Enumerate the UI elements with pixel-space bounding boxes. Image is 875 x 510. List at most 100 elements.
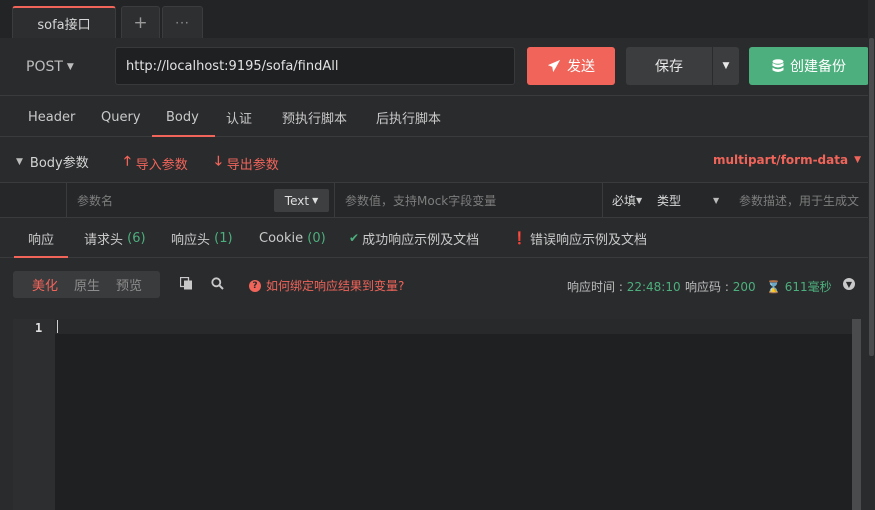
tab-post-script[interactable]: 后执行脚本 — [376, 97, 441, 137]
tab-error-doc[interactable]: ❗ 错误响应示例及文档 — [512, 218, 647, 258]
response-duration: ⌛ 611毫秒 — [766, 278, 832, 295]
response-code-value: 200 — [732, 280, 756, 294]
backup-label: 创建备份 — [790, 59, 846, 75]
caret-down-icon: ▼ — [722, 61, 730, 71]
method-select[interactable]: POST ▼ — [26, 52, 106, 82]
active-line — [55, 319, 852, 334]
form-type-select[interactable]: multipart/form-data ▼ — [713, 153, 861, 167]
tab-strip: sofa接口 + ··· — [0, 0, 875, 38]
plus-icon: + — [133, 12, 148, 33]
tab-body[interactable]: Body — [152, 97, 215, 137]
tab-label: 预执行脚本 — [282, 111, 348, 127]
count-badge: (6) — [127, 230, 146, 246]
beautify-button[interactable]: 美化 — [24, 275, 66, 294]
count-badge: (0) — [307, 230, 326, 246]
tab-success-doc[interactable]: ✔ 成功响应示例及文档 — [349, 218, 479, 258]
export-params-button[interactable]: 🡓 导出参数 — [215, 152, 279, 174]
tab-query[interactable]: Query — [101, 97, 141, 137]
caret-down-icon: ▼ — [713, 195, 720, 205]
response-time-value: 22:48:10 — [626, 280, 681, 294]
kind-label: 类型 — [657, 193, 682, 208]
arrow-down-circle-icon: ▼ — [845, 279, 853, 289]
import-params-button[interactable]: 🡑 导入参数 — [124, 152, 188, 174]
caret-down-icon: ▼ — [636, 195, 643, 205]
param-type-label: Text — [284, 193, 310, 208]
form-type-label: multipart/form-data — [712, 153, 849, 167]
tab-request-headers[interactable]: 请求头 (6) — [84, 218, 146, 258]
tab-label: Header — [28, 109, 76, 125]
text-cursor — [57, 320, 58, 333]
save-dropdown-button[interactable]: ▼ — [713, 47, 739, 85]
kind-select[interactable]: 类型 ▼ — [657, 183, 730, 217]
param-name-placeholder: 参数名 — [77, 193, 114, 208]
response-time-label: 响应时间 : — [567, 280, 623, 294]
caret-down-icon: ▼ — [16, 156, 23, 167]
response-editor[interactable]: 1 — [13, 319, 852, 510]
line-gutter: 1 — [13, 319, 55, 510]
arrow-up-icon: 🡑 — [124, 154, 131, 169]
param-value-input[interactable]: 参数值，支持Mock字段变量 — [335, 183, 603, 217]
body-title: Body参数 — [29, 156, 89, 171]
paper-plane-icon — [547, 59, 561, 73]
database-icon — [772, 59, 784, 73]
response-code-label: 响应码 : — [685, 280, 729, 294]
tab-header[interactable]: Header — [28, 97, 75, 137]
download-button[interactable]: ▼ — [843, 278, 855, 290]
tab-label: 响应头 — [171, 232, 211, 248]
tab-label: Cookie — [259, 230, 304, 246]
page-scrollbar-thumb[interactable] — [869, 38, 874, 356]
count-badge: (1) — [214, 230, 233, 246]
check-circle-icon: ✔ — [349, 231, 360, 245]
tab-label: 成功响应示例及文档 — [362, 232, 480, 248]
tab-label: Body — [166, 109, 199, 125]
page-scrollbar[interactable] — [868, 0, 875, 510]
copy-icon — [179, 276, 192, 290]
line-number: 1 — [35, 321, 43, 335]
tab-label: 响应 — [28, 232, 55, 248]
url-input[interactable]: http://localhost:9195/sofa/findAll — [115, 47, 515, 85]
param-desc-placeholder: 参数描述，用于生成文 — [739, 193, 860, 208]
method-label: POST — [26, 59, 63, 75]
send-label: 发送 — [567, 59, 595, 75]
body-toolbar: ▼ Body参数 🡑 导入参数 🡓 导出参数 multipart/form-da… — [0, 138, 875, 182]
url-text: http://localhost:9195/sofa/findAll — [126, 58, 339, 74]
body-params-toggle[interactable]: ▼ Body参数 — [16, 152, 89, 171]
help-text: 如何绑定响应结果到变量? — [266, 279, 405, 293]
view-mode-segmented: 美化 原生 预览 — [13, 271, 160, 298]
more-tabs-button[interactable]: ··· — [162, 6, 203, 38]
required-label: 必填 — [612, 193, 637, 208]
import-label: 导入参数 — [135, 157, 188, 173]
arrow-down-icon: 🡓 — [215, 154, 222, 169]
response-tabs: 响应 请求头 (6) 响应头 (1) Cookie (0) ✔ 成功响应示例及文… — [0, 218, 875, 258]
tab-pre-script[interactable]: 预执行脚本 — [282, 97, 347, 137]
row-drag-cell — [0, 183, 67, 217]
tab-response-headers[interactable]: 响应头 (1) — [171, 218, 233, 258]
tab-label: Query — [101, 109, 141, 125]
alert-circle-icon: ❗ — [512, 231, 527, 245]
required-caret[interactable]: ▼ — [636, 183, 652, 217]
param-desc-input[interactable]: 参数描述，用于生成文 — [730, 183, 868, 217]
tab-sofa[interactable]: sofa接口 — [12, 6, 116, 38]
tab-response[interactable]: 响应 — [13, 218, 69, 258]
response-duration-value: 611毫秒 — [784, 280, 832, 294]
create-backup-button[interactable]: 创建备份 — [749, 47, 869, 85]
param-value-placeholder: 参数值，支持Mock字段变量 — [345, 193, 497, 208]
editor-scrollbar[interactable] — [852, 319, 861, 510]
url-bar: POST ▼ http://localhost:9195/sofa/findAl… — [0, 38, 875, 96]
request-tabs: Header Query Body 认证 预执行脚本 后执行脚本 — [0, 97, 875, 137]
send-button[interactable]: 发送 — [527, 47, 615, 85]
param-type-select[interactable]: Text ▼ — [274, 189, 329, 212]
raw-button[interactable]: 原生 — [66, 275, 108, 294]
search-icon — [211, 277, 224, 290]
caret-down-icon: ▼ — [312, 196, 319, 205]
preview-button[interactable]: 预览 — [108, 275, 150, 294]
tab-auth[interactable]: 认证 — [226, 97, 252, 137]
save-button[interactable]: 保存 — [626, 47, 712, 85]
tab-label: 后执行脚本 — [376, 111, 442, 127]
bind-variable-help-link[interactable]: ? 如何绑定响应结果到变量? — [249, 277, 404, 294]
copy-button[interactable] — [179, 276, 193, 294]
tab-cookie[interactable]: Cookie (0) — [259, 218, 326, 258]
export-label: 导出参数 — [226, 157, 279, 173]
search-button[interactable] — [211, 277, 224, 294]
new-tab-button[interactable]: + — [121, 6, 160, 38]
